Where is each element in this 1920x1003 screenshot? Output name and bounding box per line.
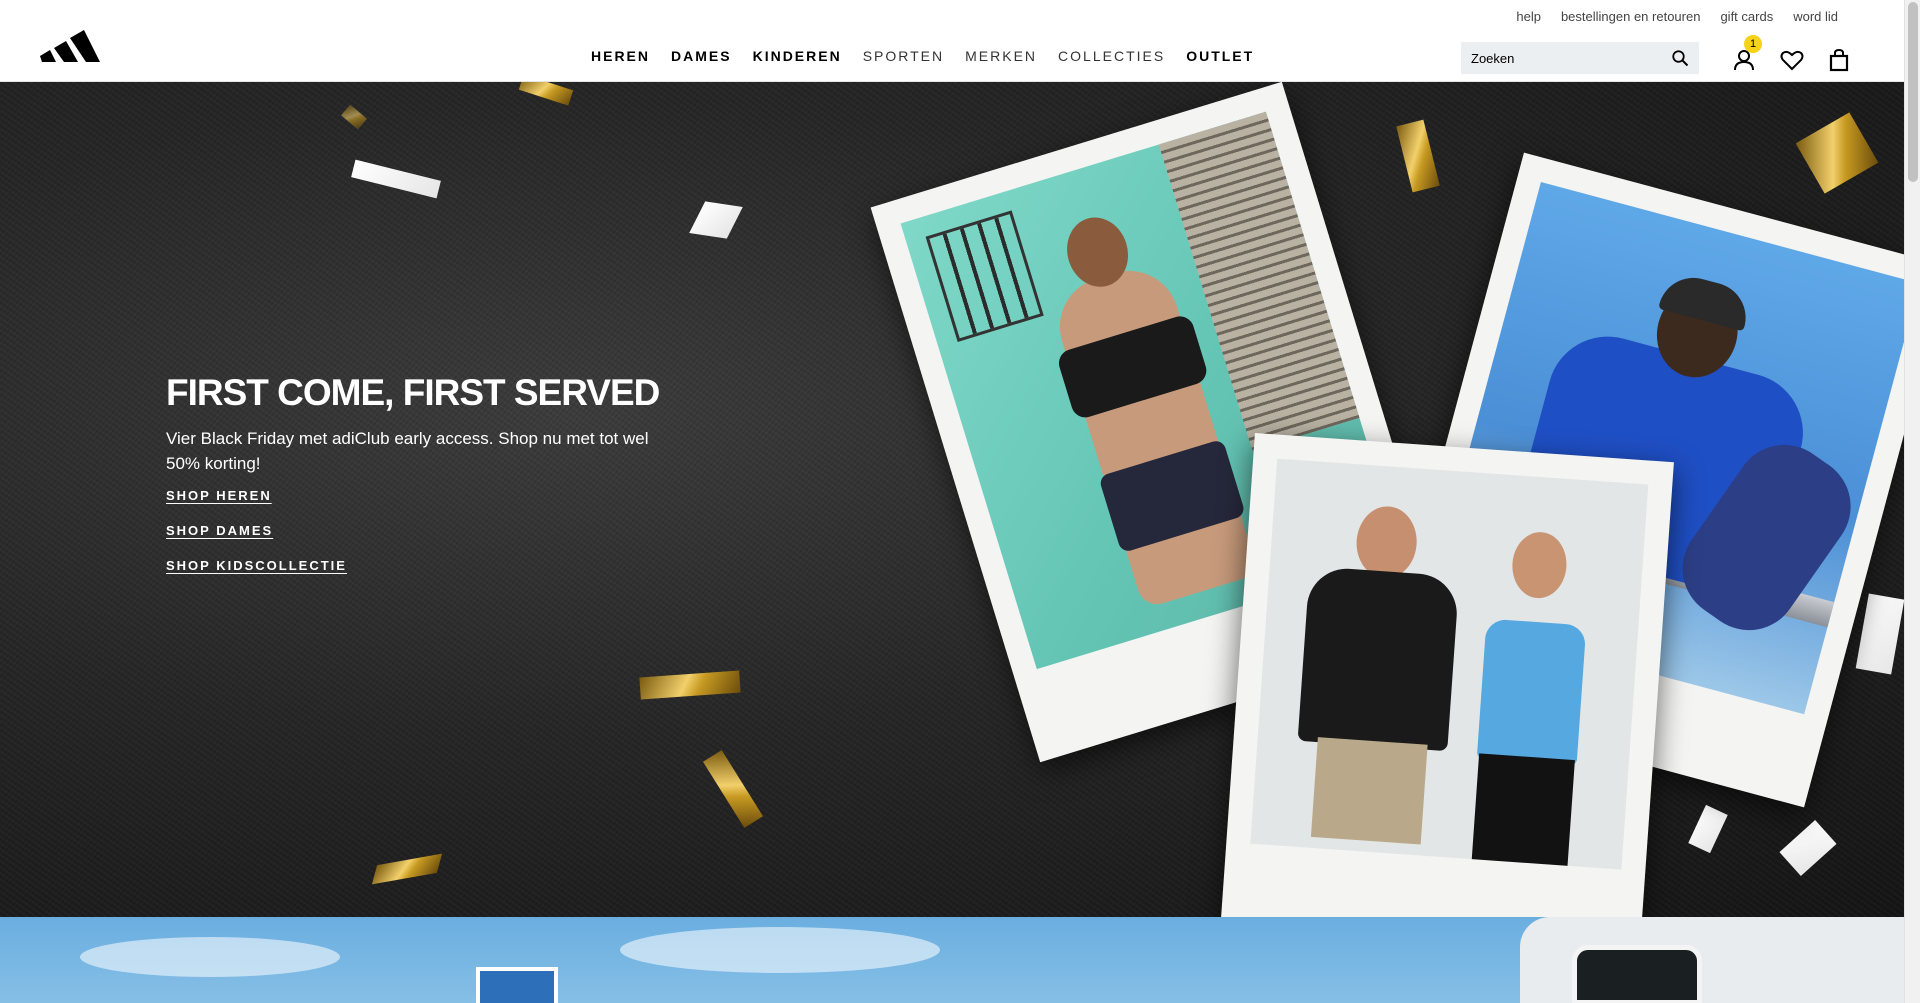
model-woman-leggings (1471, 753, 1575, 870)
util-link-help[interactable]: help (1516, 9, 1541, 24)
nav-item-outlet[interactable]: OUTLET (1186, 48, 1254, 64)
truck-window (1572, 945, 1702, 1003)
model-man-hoodie (1297, 566, 1460, 752)
shop-dames-link[interactable]: SHOP DAMES (166, 523, 686, 538)
account-badge: 1 (1744, 35, 1762, 53)
photo-card-couple (1220, 432, 1674, 917)
hero-copy: FIRST COME, FIRST SERVED Vier Black Frid… (166, 372, 686, 593)
nav-item-collecties[interactable]: COLLECTIES (1058, 48, 1165, 64)
road-sign (476, 967, 558, 1003)
site-header: HEREN DAMES KINDEREN SPORTEN MERKEN COLL… (0, 0, 1904, 82)
model-woman-tank (1476, 618, 1587, 766)
hero-subtitle: Vier Black Friday met adiClub early acce… (166, 429, 649, 473)
secondary-banner[interactable] (0, 917, 1904, 1003)
model-woman (1450, 527, 1613, 870)
util-link-orders-returns[interactable]: bestellingen en retouren (1561, 9, 1701, 24)
nav-item-dames[interactable]: DAMES (671, 48, 732, 64)
hero-banner: FIRST COME, FIRST SERVED Vier Black Frid… (0, 82, 1904, 917)
model-man-pants (1310, 737, 1428, 845)
cloud (620, 927, 940, 973)
utility-links: help bestellingen en retouren gift cards… (1516, 9, 1838, 24)
couple-photo (1250, 458, 1649, 870)
scrollbar-thumb[interactable] (1908, 2, 1918, 182)
truck (1520, 917, 1904, 1003)
bag-icon[interactable] (1827, 48, 1851, 72)
shop-heren-link[interactable]: SHOP HEREN (166, 488, 686, 503)
search-icon[interactable] (1671, 49, 1689, 67)
scrollbar[interactable] (1904, 0, 1920, 1003)
window-bars (925, 210, 1044, 342)
util-link-join[interactable]: word lid (1793, 9, 1838, 24)
nav-item-kinderen[interactable]: KINDEREN (753, 48, 842, 64)
model-woman-head (1510, 530, 1569, 600)
heart-icon[interactable] (1780, 48, 1804, 72)
shop-kidscollectie-link[interactable]: SHOP KIDSCOLLECTIE (166, 558, 686, 573)
search-input[interactable] (1471, 50, 1661, 66)
main-navigation: HEREN DAMES KINDEREN SPORTEN MERKEN COLL… (591, 48, 1254, 64)
nav-item-sporten[interactable]: SPORTEN (863, 48, 944, 64)
cloud (80, 937, 340, 977)
hero-title: FIRST COME, FIRST SERVED (166, 372, 660, 413)
model-man (1291, 501, 1464, 845)
adidas-logo[interactable] (40, 26, 100, 64)
nav-item-heren[interactable]: HEREN (591, 48, 650, 64)
nav-item-merken[interactable]: MERKEN (965, 48, 1037, 64)
search-bar (1461, 42, 1699, 74)
util-link-gift-cards[interactable]: gift cards (1720, 9, 1773, 24)
